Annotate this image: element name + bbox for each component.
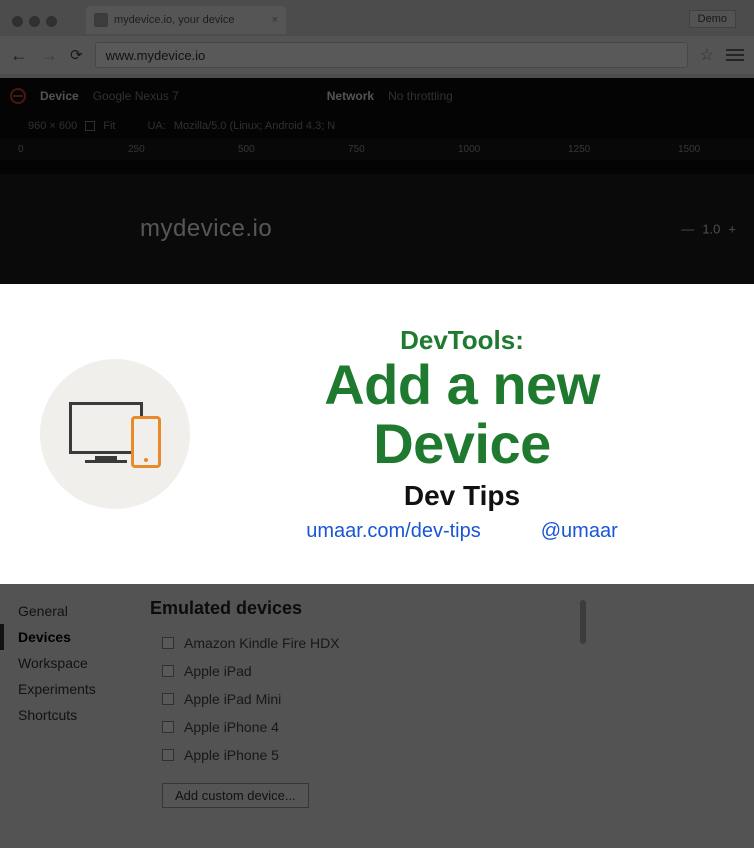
fit-label: Fit — [103, 120, 115, 132]
settings-nav: General Devices Workspace Experiments Sh… — [0, 584, 130, 848]
link-handle[interactable]: @umaar — [541, 520, 618, 543]
settings-nav-workspace[interactable]: Workspace — [0, 650, 130, 676]
emulated-page: mydevice.io — 1.0 + — [0, 174, 754, 284]
ruler-tick: 750 — [348, 144, 458, 155]
ruler-tick: 1000 — [458, 144, 568, 155]
monitor-base-icon — [85, 460, 127, 463]
dimensions[interactable]: 960 × 600 — [28, 120, 77, 132]
device-name: Amazon Kindle Fire HDX — [184, 635, 340, 651]
address-bar-row: ← → ⟳ www.mydevice.io ☆ — [0, 36, 754, 74]
settings-nav-experiments[interactable]: Experiments — [0, 676, 130, 702]
zoom-minus-icon[interactable]: — — [681, 222, 694, 237]
checkbox-icon[interactable] — [162, 665, 174, 677]
device-row[interactable]: Apple iPhone 5 — [150, 741, 734, 769]
device-row[interactable]: Apple iPad Mini — [150, 685, 734, 713]
device-row[interactable]: Apple iPhone 4 — [150, 713, 734, 741]
checkbox-icon[interactable] — [162, 721, 174, 733]
settings-nav-shortcuts[interactable]: Shortcuts — [0, 702, 130, 728]
device-name: Apple iPhone 5 — [184, 747, 279, 763]
browser-tab[interactable]: mydevice.io, your device × — [86, 6, 286, 34]
checkbox-icon[interactable] — [162, 637, 174, 649]
demo-badge: Demo — [689, 10, 736, 28]
favicon-icon — [94, 13, 108, 27]
settings-nav-general[interactable]: General — [0, 598, 130, 624]
ruler-tick: 0 — [18, 144, 128, 155]
forward-icon[interactable]: → — [40, 45, 58, 66]
maximize-window-icon[interactable] — [46, 16, 57, 27]
device-row[interactable]: Apple iPad — [150, 657, 734, 685]
devtools-settings-panel: General Devices Workspace Experiments Sh… — [0, 584, 754, 848]
ruler-tick: 1250 — [568, 144, 678, 155]
ua-value[interactable]: Mozilla/5.0 (Linux; Android 4.3; N — [174, 120, 335, 132]
device-select[interactable]: Google Nexus 7 — [93, 89, 179, 103]
checkbox-icon[interactable] — [162, 749, 174, 761]
title-card: DevTools: Add a new Device Dev Tips umaa… — [0, 284, 754, 584]
device-label: Device — [40, 89, 79, 103]
bookmark-icon[interactable]: ☆ — [700, 45, 714, 65]
zoom-plus-icon[interactable]: + — [728, 222, 736, 237]
device-name: Apple iPhone 4 — [184, 719, 279, 735]
ruler-tick: 1500 — [678, 144, 754, 155]
ua-label: UA: — [147, 120, 165, 132]
card-kicker: DevTools: — [200, 325, 724, 356]
no-entry-icon[interactable] — [10, 88, 26, 104]
link-site[interactable]: umaar.com/dev-tips — [306, 520, 481, 543]
devices-illustration — [40, 359, 190, 509]
device-name: Apple iPad Mini — [184, 691, 281, 707]
card-subtitle: Dev Tips — [200, 480, 724, 512]
network-label: Network — [327, 89, 374, 103]
url-input[interactable]: www.mydevice.io — [95, 42, 688, 68]
checkbox-icon[interactable] — [162, 693, 174, 705]
zoom-control[interactable]: — 1.0 + — [681, 222, 736, 237]
browser-chrome: mydevice.io, your device × Demo ← → ⟳ ww… — [0, 0, 754, 78]
reload-icon[interactable]: ⟳ — [70, 46, 83, 64]
card-headline-1: Add a new — [200, 356, 724, 415]
window-controls[interactable] — [12, 16, 57, 27]
phone-icon — [131, 416, 161, 468]
back-icon[interactable]: ← — [10, 45, 28, 66]
scrollbar-thumb[interactable] — [580, 600, 586, 644]
close-window-icon[interactable] — [12, 16, 23, 27]
card-headline-2: Device — [200, 415, 724, 474]
ruler-tick: 500 — [238, 144, 348, 155]
tab-title: mydevice.io, your device — [114, 14, 234, 26]
hamburger-icon[interactable] — [726, 49, 744, 61]
device-name: Apple iPad — [184, 663, 252, 679]
device-row[interactable]: Amazon Kindle Fire HDX — [150, 629, 734, 657]
close-tab-icon[interactable]: × — [272, 14, 278, 26]
fit-checkbox[interactable] — [85, 121, 95, 131]
ruler-tick: 250 — [128, 144, 238, 155]
devtools-device-toolbar: Device Google Nexus 7 Network No throttl… — [0, 78, 754, 174]
settings-main: Emulated devices Amazon Kindle Fire HDX … — [130, 584, 754, 848]
network-select[interactable]: No throttling — [388, 89, 453, 103]
settings-heading: Emulated devices — [150, 598, 734, 619]
minimize-window-icon[interactable] — [29, 16, 40, 27]
site-logo-text: mydevice.io — [140, 215, 272, 243]
ruler: 0 250 500 750 1000 1250 1500 — [0, 138, 754, 160]
url-text: www.mydevice.io — [106, 48, 206, 63]
zoom-value: 1.0 — [702, 222, 720, 237]
add-custom-device-button[interactable]: Add custom device... — [162, 783, 309, 808]
settings-nav-devices[interactable]: Devices — [0, 624, 130, 650]
